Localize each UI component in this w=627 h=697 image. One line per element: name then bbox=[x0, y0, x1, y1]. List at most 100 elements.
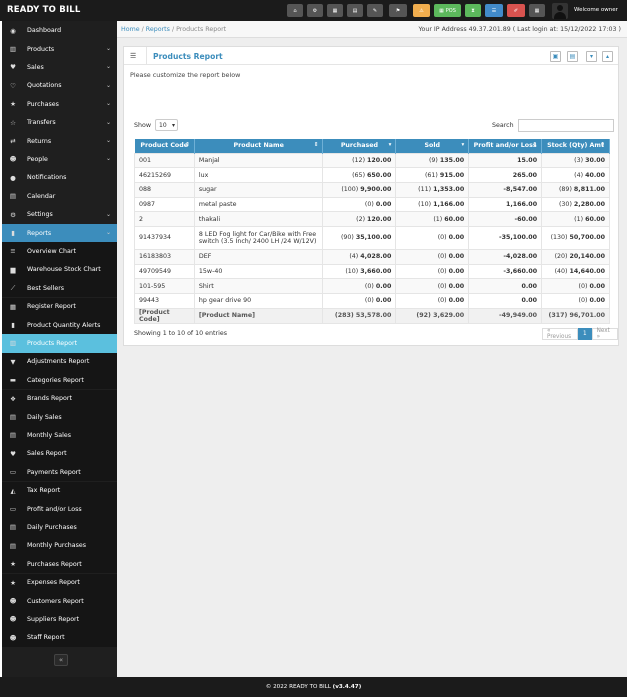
column-header-stock[interactable]: Stock (Qty) Amt ⇕ bbox=[541, 139, 610, 153]
language-flag-button[interactable]: ⚑ bbox=[389, 4, 407, 17]
cell-stock: (0) 0.00 bbox=[541, 278, 610, 294]
sidebar-item-label: Adjustments Report bbox=[27, 358, 90, 366]
sidebar-item-suppliers-report[interactable]: ☻ Suppliers Report bbox=[2, 610, 117, 629]
sold-qty: (11) bbox=[418, 186, 432, 194]
sidebar-item-label: People bbox=[27, 155, 48, 163]
pagination: « Previous 1 Next » bbox=[542, 328, 618, 340]
breadcrumb-reports[interactable]: Reports bbox=[146, 26, 170, 33]
table-row[interactable]: 16183803 DEF (4) 4,028.00 (0) 0.00 -4,028.00… bbox=[134, 248, 610, 265]
sidebar-item-tax-report[interactable]: ◭ Tax Report bbox=[2, 481, 117, 500]
sidebar-item-calendar[interactable]: ▤ Calendar bbox=[2, 187, 117, 205]
avatar[interactable] bbox=[552, 3, 568, 19]
footer-code: [Product Code] bbox=[134, 307, 195, 324]
brand-logo[interactable]: READY TO BILL bbox=[7, 5, 81, 15]
cell-stock: (0) 0.00 bbox=[541, 293, 610, 309]
table-row[interactable]: 0987 metal paste (0) 0.00 (10) 1,166.00 1,16… bbox=[134, 196, 610, 213]
table-row[interactable]: 088 sugar (100) 9,900.00 (11) 1,353.00 -8,54… bbox=[134, 181, 610, 198]
grid-button[interactable]: ▦ bbox=[529, 4, 545, 17]
purchased-amount: 35,100.00 bbox=[355, 234, 392, 242]
sidebar-item-label: Daily Purchases bbox=[27, 523, 77, 531]
cell-sold: (10) 1,166.00 bbox=[395, 196, 470, 213]
sidebar-item-overview-chart[interactable]: ≡ Overview Chart bbox=[2, 242, 117, 261]
table-row[interactable]: 99443 hp gear drive 90 (0) 0.00 (0) 0.00 0.0… bbox=[134, 293, 610, 309]
table-row[interactable]: 101-595 Shirt (0) 0.00 (0) 0.00 0.00 (0) 0.00 bbox=[134, 278, 610, 294]
sidebar-item-notifications[interactable]: ● Notifications bbox=[2, 169, 117, 187]
table-row[interactable]: 2 thakali (2) 120.00 (1) 60.00 -60.00 (1) 60.… bbox=[134, 211, 610, 227]
sidebar-item-settings[interactable]: ⚙ Settings ⌄ bbox=[2, 206, 117, 224]
pagination-page[interactable]: 1 bbox=[577, 328, 592, 340]
sidebar-item-categories-report[interactable]: ▬ Categories Report bbox=[2, 371, 117, 390]
sidebar-item-label: Expenses Report bbox=[27, 579, 80, 587]
pagination-previous[interactable]: « Previous bbox=[542, 328, 578, 340]
pagination-next[interactable]: Next » bbox=[591, 328, 618, 340]
cell-purchased: (0) 0.00 bbox=[322, 278, 397, 294]
list-button[interactable]: ☰ bbox=[485, 4, 503, 17]
table-row[interactable]: 001 Manjal (12) 120.00 (9) 135.00 15.00 (3) 3… bbox=[134, 152, 610, 169]
calculator-button[interactable]: ▦ bbox=[327, 4, 343, 17]
sidebar-item-reports[interactable]: ▮ Reports ⌄ bbox=[2, 223, 117, 243]
sidebar-item-adjustments-report[interactable]: ▼ Adjustments Report bbox=[2, 352, 117, 372]
cogs-icon: ⚙ bbox=[312, 7, 318, 14]
sold-amount: 135.00 bbox=[439, 156, 465, 164]
sidebar-item-transfers[interactable]: ☆ Transfers ⌄ bbox=[2, 114, 117, 132]
table-row[interactable]: 91437934 8 LED Fog light for Car/Bike wit… bbox=[134, 225, 610, 250]
cell-code: 0987 bbox=[134, 196, 195, 213]
menu-icon[interactable]: ☰ bbox=[130, 52, 136, 60]
sidebar-item-purchases-report[interactable]: ★ Purchases Report bbox=[2, 555, 117, 574]
sidebar-item-daily-purchases[interactable]: ▤ Daily Purchases bbox=[2, 518, 117, 537]
sidebar-item-daily-sales[interactable]: ▤ Daily Sales bbox=[2, 407, 117, 427]
column-header-profit[interactable]: Profit and/or Loss ⇕ bbox=[468, 139, 543, 153]
sidebar-item-returns[interactable]: ⇄ Returns ⌄ bbox=[2, 132, 117, 150]
sidebar-item-payments-report[interactable]: ▭ Payments Report bbox=[2, 463, 117, 482]
sidebar-item-purchases[interactable]: ★ Purchases ⌄ bbox=[2, 95, 117, 113]
sidebar-item-monthly-purchases[interactable]: ▤ Monthly Purchases bbox=[2, 536, 117, 556]
toggle-down-icon[interactable]: ▾ bbox=[586, 51, 597, 62]
chevron-down-icon: ⌄ bbox=[105, 118, 111, 126]
breadcrumb-home[interactable]: Home bbox=[121, 26, 140, 33]
sidebar-item-sales-report[interactable]: ♥ Sales Report bbox=[2, 444, 117, 464]
cogs-button[interactable]: ⚙ bbox=[307, 4, 323, 17]
calendar-button[interactable]: ▤ bbox=[347, 4, 363, 17]
sidebar-item-label: Overview Chart bbox=[27, 247, 76, 255]
pos-button[interactable]: ▦ POS bbox=[434, 4, 461, 17]
sidebar-item-monthly-sales[interactable]: ▤ Monthly Sales bbox=[2, 426, 117, 445]
sold-qty: (0) bbox=[437, 234, 447, 242]
welcome-text[interactable]: Welcome owner bbox=[574, 7, 618, 13]
cell-code: 91437934 bbox=[134, 225, 195, 250]
alert-button[interactable]: ⚠ bbox=[413, 4, 430, 17]
column-header-sold[interactable]: Sold ▾ bbox=[395, 139, 470, 153]
sidebar-item-dashboard[interactable]: ◉ Dashboard bbox=[2, 22, 117, 40]
eraser-button[interactable]: ✐ bbox=[507, 4, 525, 17]
search-input[interactable] bbox=[517, 119, 614, 132]
column-header-name[interactable]: Product Name ⇕ bbox=[194, 139, 324, 153]
sidebar-item-product-quantity-alerts[interactable]: ▮ Product Quantity Alerts bbox=[2, 315, 117, 335]
sidebar-item-profit-and-or-loss[interactable]: ▭ Profit and/or Loss bbox=[2, 499, 117, 519]
purchased-amount: 4,028.00 bbox=[360, 253, 392, 261]
column-header-code[interactable]: Product Code ⇕ bbox=[134, 139, 195, 153]
sidebar-item-staff-report[interactable]: ☻ Staff Report bbox=[2, 628, 117, 648]
sidebar-item-products[interactable]: ▥ Products ⌄ bbox=[2, 40, 117, 58]
sidebar-item-expenses-report[interactable]: ★ Expenses Report bbox=[2, 573, 117, 592]
hourglass-button[interactable]: ⧗ bbox=[465, 4, 481, 17]
cell-code: 088 bbox=[134, 181, 195, 198]
cell-code: 101-595 bbox=[134, 278, 195, 294]
column-header-purchased[interactable]: Purchased ▾ bbox=[322, 139, 397, 153]
sidebar-item-brands-report[interactable]: ❖ Brands Report bbox=[2, 389, 117, 408]
sidebar-item-customers-report[interactable]: ☻ Customers Report bbox=[2, 591, 117, 611]
sidebar-collapse-button[interactable]: « bbox=[54, 654, 68, 666]
notes-button[interactable]: ✎ bbox=[367, 4, 383, 17]
sidebar-item-products-report[interactable]: ▥ Products Report bbox=[2, 334, 117, 353]
page-length-select[interactable]: 10 ▾ bbox=[155, 119, 178, 131]
export-image-icon[interactable]: ▣ bbox=[550, 51, 561, 62]
table-row[interactable]: 49709549 15w-40 (10) 3,660.00 (0) 0.00 -3,66… bbox=[134, 263, 610, 280]
toggle-up-icon[interactable]: ▴ bbox=[602, 51, 613, 62]
home-button[interactable]: ⌂ bbox=[287, 4, 303, 17]
sidebar-item-register-report[interactable]: ▦ Register Report bbox=[2, 297, 117, 316]
sidebar-item-best-sellers[interactable]: ⟋ Best Sellers bbox=[2, 279, 117, 298]
sidebar-item-people[interactable]: ☻ People ⌄ bbox=[2, 150, 117, 168]
export-excel-icon[interactable]: ▤ bbox=[567, 51, 578, 62]
table-row[interactable]: 46215269 lux (65) 650.00 (61) 915.00 265.00(… bbox=[134, 167, 610, 183]
sidebar-item-warehouse-stock-chart[interactable]: ▆ Warehouse Stock Chart bbox=[2, 260, 117, 280]
sidebar-item-quotations[interactable]: ♡ Quotations ⌄ bbox=[2, 77, 117, 95]
sidebar-item-sales[interactable]: ♥ Sales ⌄ bbox=[2, 58, 117, 76]
